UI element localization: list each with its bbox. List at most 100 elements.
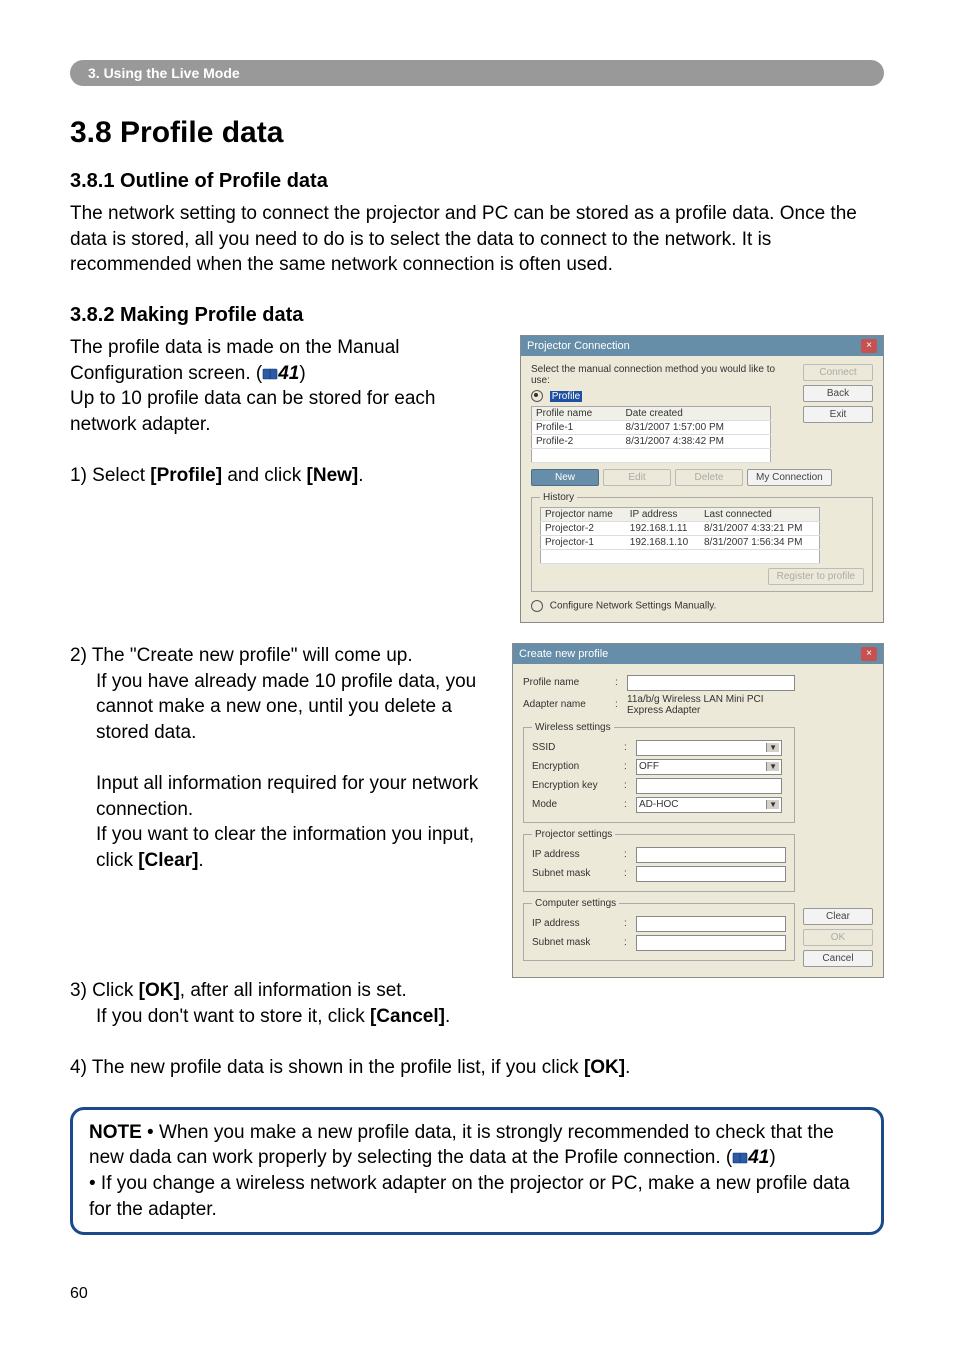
- connect-button[interactable]: Connect: [803, 364, 873, 381]
- table-row[interactable]: Profile-28/31/2007 4:38:42 PM: [532, 434, 771, 448]
- register-button[interactable]: Register to profile: [768, 568, 864, 585]
- wireless-settings-group: Wireless settings SSID:▼ Encryption:OFF▼…: [523, 722, 795, 823]
- ok-button[interactable]: OK: [803, 929, 873, 946]
- text: .: [358, 465, 363, 486]
- cell: 8/31/2007 1:56:34 PM: [700, 535, 820, 549]
- text: 3) Click: [70, 980, 139, 1001]
- cell: 8/31/2007 4:38:42 PM: [622, 434, 771, 448]
- note-box: NOTE • When you make a new profile data,…: [70, 1107, 884, 1236]
- exit-button[interactable]: Exit: [803, 406, 873, 423]
- col-header: Last connected: [700, 507, 820, 521]
- my-connection-button[interactable]: My Connection: [747, 469, 832, 486]
- encryption-select[interactable]: OFF ▼: [636, 759, 782, 775]
- adapter-value: 11a/b/g Wireless LAN Mini PCI Express Ad…: [627, 694, 795, 716]
- page-ref: 41: [278, 363, 299, 384]
- text: ): [299, 363, 305, 384]
- cell: Projector-2: [541, 521, 626, 535]
- cell: Projector-1: [541, 535, 626, 549]
- ssid-select[interactable]: ▼: [636, 740, 782, 756]
- text: If you have already made 10 profile data…: [96, 671, 476, 743]
- new-button[interactable]: New: [531, 469, 599, 486]
- table-row[interactable]: Projector-2192.168.1.118/31/2007 4:33:21…: [541, 521, 820, 535]
- step-3: 3) Click [OK], after all information is …: [70, 978, 884, 1029]
- col-header: Date created: [622, 406, 771, 420]
- chapter-header: 3. Using the Live Mode: [70, 60, 884, 86]
- page-ref: 41: [748, 1147, 769, 1168]
- legend: Computer settings: [532, 898, 619, 909]
- create-new-profile-dialog: Create new profile × Profile name: Adapt…: [512, 643, 884, 978]
- encryption-key-input[interactable]: [636, 778, 782, 794]
- projector-connection-dialog: Projector Connection × Connect Back Exit…: [520, 335, 884, 623]
- history-table: Projector nameIP addressLast connected P…: [540, 507, 820, 564]
- value: OFF: [639, 761, 659, 772]
- label: IP address: [532, 918, 618, 929]
- step-2: 2) The "Create new profile" will come up…: [70, 643, 494, 874]
- section-title: 3.8 Profile data: [70, 116, 884, 150]
- table-row[interactable]: Projector-1192.168.1.108/31/2007 1:56:34…: [541, 535, 820, 549]
- computer-settings-group: Computer settings IP address: Subnet mas…: [523, 898, 795, 961]
- profile-radio[interactable]: [531, 390, 543, 402]
- dialog-titlebar: Create new profile ×: [513, 644, 883, 664]
- text: Input all information required for your …: [96, 773, 478, 820]
- projector-ip-input[interactable]: [636, 847, 786, 863]
- label: SSID: [532, 742, 618, 753]
- book-icon: [262, 368, 278, 380]
- text: ): [769, 1147, 775, 1168]
- legend: Wireless settings: [532, 722, 614, 733]
- dialog-title-text: Projector Connection: [527, 340, 630, 352]
- subsection-381-body: The network setting to connect the proje…: [70, 201, 884, 278]
- bold: [OK]: [139, 980, 180, 1001]
- chevron-down-icon: ▼: [766, 743, 779, 752]
- text: • When you make a new profile data, it i…: [89, 1122, 834, 1169]
- text: 4) The new profile data is shown in the …: [70, 1057, 584, 1078]
- projector-subnet-input[interactable]: [636, 866, 786, 882]
- profile-name-input[interactable]: [627, 675, 795, 691]
- computer-ip-input[interactable]: [636, 916, 786, 932]
- clear-button[interactable]: Clear: [803, 908, 873, 925]
- computer-subnet-input[interactable]: [636, 935, 786, 951]
- bold: [Cancel]: [370, 1006, 445, 1027]
- label: Subnet mask: [532, 868, 618, 879]
- col-header: Profile name: [532, 406, 622, 420]
- bold: [OK]: [584, 1057, 625, 1078]
- text: .: [625, 1057, 630, 1078]
- text: 1) Select: [70, 465, 150, 486]
- cell: 8/31/2007 4:33:21 PM: [700, 521, 820, 535]
- mode-select[interactable]: AD-HOC▼: [636, 797, 782, 813]
- chevron-down-icon: ▼: [766, 762, 779, 771]
- cell: Profile-1: [532, 420, 622, 434]
- close-icon[interactable]: ×: [861, 339, 877, 353]
- legend: Projector settings: [532, 829, 615, 840]
- cancel-button[interactable]: Cancel: [803, 950, 873, 967]
- dialog-title-text: Create new profile: [519, 648, 608, 660]
- note-label: NOTE: [89, 1122, 142, 1143]
- label: Adapter name: [523, 699, 609, 710]
- text: 2) The "Create new profile" will come up…: [70, 645, 413, 666]
- cell: 8/31/2007 1:57:00 PM: [622, 420, 771, 434]
- label: IP address: [532, 849, 618, 860]
- page-number: 60: [70, 1285, 884, 1303]
- profile-radio-label: Profile: [550, 391, 582, 402]
- close-icon[interactable]: ×: [861, 647, 877, 661]
- text: .: [445, 1006, 450, 1027]
- manual-config-radio[interactable]: [531, 600, 543, 612]
- edit-button[interactable]: Edit: [603, 469, 671, 486]
- making-profile-intro: The profile data is made on the Manual C…: [70, 335, 502, 438]
- text: Up to 10 profile data can be stored for …: [70, 388, 435, 435]
- col-header: IP address: [626, 507, 700, 521]
- subsection-382-title: 3.8.2 Making Profile data: [70, 304, 884, 327]
- text: If you don't want to store it, click: [96, 1006, 370, 1027]
- col-header: Projector name: [541, 507, 626, 521]
- bold: [New]: [307, 465, 359, 486]
- label: Encryption key: [532, 780, 618, 791]
- table-row[interactable]: Profile-18/31/2007 1:57:00 PM: [532, 420, 771, 434]
- legend: History: [540, 492, 577, 503]
- delete-button[interactable]: Delete: [675, 469, 743, 486]
- cell: 192.168.1.11: [626, 521, 700, 535]
- text: The profile data is made on the Manual C…: [70, 337, 400, 384]
- cell: 192.168.1.10: [626, 535, 700, 549]
- manual-config-label: Configure Network Settings Manually.: [550, 601, 717, 612]
- chevron-down-icon: ▼: [766, 800, 779, 809]
- text: .: [198, 850, 203, 871]
- back-button[interactable]: Back: [803, 385, 873, 402]
